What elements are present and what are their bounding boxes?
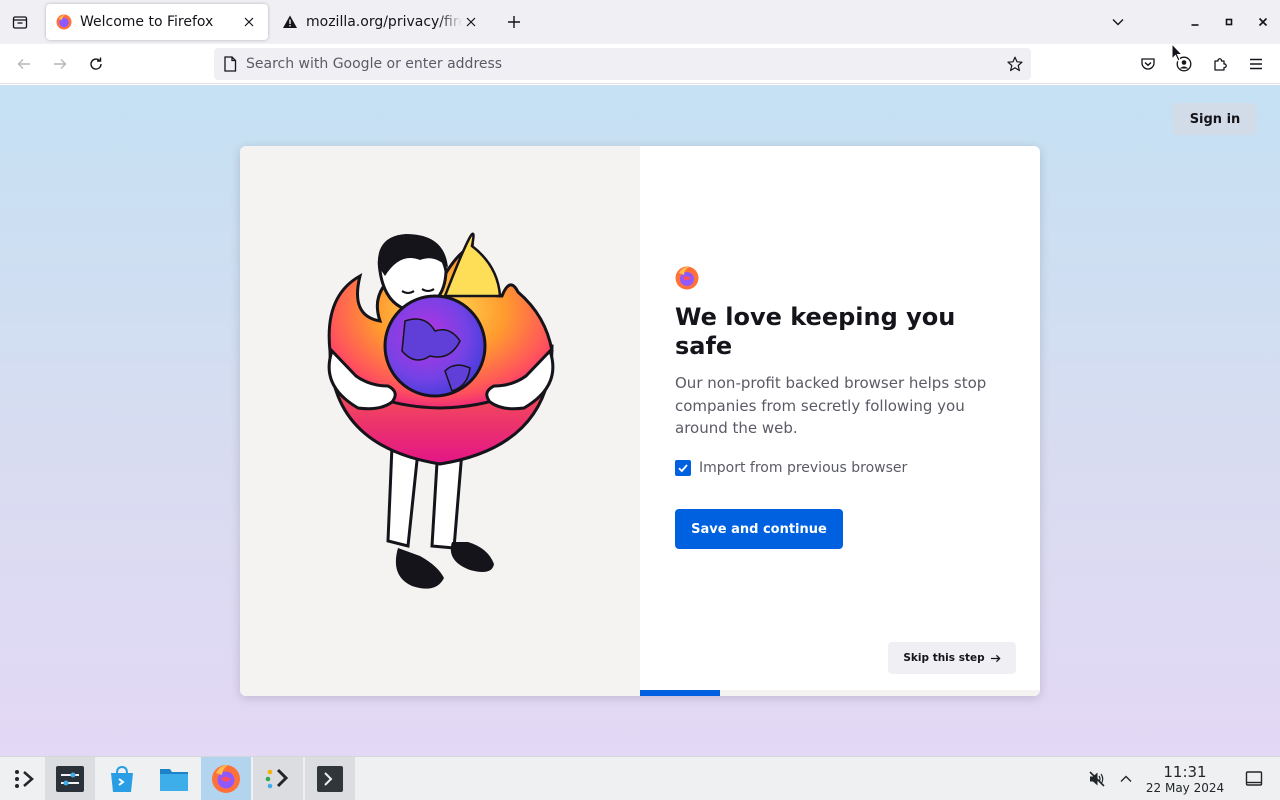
plus-icon: [508, 16, 520, 28]
kdenlive-icon: [265, 768, 289, 789]
show-desktop-icon: [1245, 771, 1263, 786]
close-icon: [466, 17, 476, 27]
tab-title: Welcome to Firefox: [80, 14, 214, 30]
list-all-tabs-button[interactable]: [1106, 10, 1130, 34]
import-option[interactable]: Import from previous browser: [675, 460, 907, 476]
firefox-view-button[interactable]: [0, 0, 40, 44]
taskbar-firefox[interactable]: [201, 757, 251, 800]
pocket-button[interactable]: [1134, 50, 1162, 78]
checkmark-icon: [678, 464, 688, 473]
arrow-right-icon: [990, 654, 1001, 662]
import-label: Import from previous browser: [699, 460, 908, 476]
warning-icon: [283, 15, 297, 28]
terminal-icon: [317, 766, 343, 792]
app-menu-button[interactable]: [1242, 50, 1270, 78]
minimize-icon: [1191, 24, 1199, 26]
system-settings-icon: [56, 766, 84, 792]
taskbar-terminal[interactable]: [305, 757, 355, 800]
close-icon: [244, 17, 254, 27]
back-button[interactable]: [10, 50, 38, 78]
person-hugging-globe-illustration: [327, 232, 555, 589]
page-subtext: Our non-profit backed browser helps stop…: [675, 374, 987, 437]
discover-icon: [111, 765, 133, 792]
extensions-button[interactable]: [1206, 50, 1234, 78]
taskbar-system-settings[interactable]: [45, 757, 95, 800]
tab-close-button[interactable]: [240, 13, 258, 31]
minimize-button[interactable]: [1183, 10, 1207, 34]
taskbar-kdenlive[interactable]: [253, 757, 303, 800]
app-launcher-button[interactable]: [0, 757, 50, 800]
illustration-panel: [240, 146, 640, 696]
arrow-left-icon: [17, 59, 30, 69]
welcome-page: Sign in We love keeping you safe Our non…: [0, 85, 1280, 756]
volume-muted-icon: [1089, 771, 1105, 787]
arrow-right-icon: [54, 59, 67, 69]
tab-close-button[interactable]: [462, 13, 480, 31]
progress-fill: [640, 690, 720, 696]
page-headline: We love keeping you safe: [675, 303, 956, 360]
extensions-icon: [1214, 58, 1227, 71]
address-input[interactable]: [246, 49, 999, 79]
tab-privacy[interactable]: mozilla.org/privacy/firefox/: [272, 4, 490, 40]
tab-title: mozilla.org/privacy/firefox/: [306, 14, 462, 30]
firefox-view-icon: [12, 16, 28, 29]
onboarding-card: We love keeping you safe Our non-profit …: [240, 146, 1040, 696]
taskbar: 11:31 22 May 2024: [0, 756, 1280, 800]
tab-strip: Welcome to Firefox mozilla.org/privacy/f…: [0, 0, 1280, 44]
taskbar-discover[interactable]: [97, 757, 147, 800]
tab-welcome[interactable]: Welcome to Firefox: [46, 4, 268, 40]
volume-button[interactable]: [1085, 757, 1109, 800]
save-and-continue-button[interactable]: Save and continue: [675, 509, 843, 549]
import-checkbox[interactable]: [675, 460, 691, 476]
clock-time: 11:31: [1163, 763, 1207, 781]
new-tab-button[interactable]: [502, 10, 526, 34]
digital-clock[interactable]: 11:31 22 May 2024: [1140, 763, 1230, 796]
show-desktop-button[interactable]: [1242, 757, 1266, 800]
maximize-icon: [1225, 18, 1233, 26]
onboarding-progress: [640, 690, 1040, 696]
bookmark-star-button[interactable]: [999, 48, 1031, 80]
mouse-cursor: [1171, 43, 1183, 62]
close-window-button[interactable]: [1251, 10, 1275, 34]
chevron-down-icon: [1112, 19, 1124, 26]
file-manager-icon: [160, 769, 188, 791]
url-bar[interactable]: [214, 48, 1031, 80]
skip-label: Skip this step: [903, 652, 985, 664]
page-icon: [214, 48, 246, 80]
pocket-icon: [1141, 58, 1155, 70]
firefox-logo-icon: [675, 266, 699, 290]
navigation-toolbar: [0, 44, 1280, 84]
app-launcher-icon: [15, 770, 34, 788]
content-panel: We love keeping you safe Our non-profit …: [640, 146, 1040, 696]
skip-step-button[interactable]: Skip this step: [888, 642, 1016, 674]
chevron-up-icon: [1120, 775, 1132, 782]
reload-icon: [90, 57, 102, 70]
reload-button[interactable]: [82, 50, 110, 78]
sign-in-button[interactable]: Sign in: [1173, 103, 1257, 135]
close-icon: [1258, 17, 1268, 27]
menu-icon: [1250, 58, 1262, 70]
clock-date: 22 May 2024: [1145, 781, 1225, 795]
forward-button[interactable]: [46, 50, 74, 78]
system-tray-expand-button[interactable]: [1114, 757, 1138, 800]
star-icon: [1007, 56, 1023, 72]
maximize-button[interactable]: [1217, 10, 1241, 34]
firefox-icon: [212, 765, 240, 793]
taskbar-file-manager[interactable]: [149, 757, 199, 800]
firefox-favicon: [56, 14, 72, 30]
